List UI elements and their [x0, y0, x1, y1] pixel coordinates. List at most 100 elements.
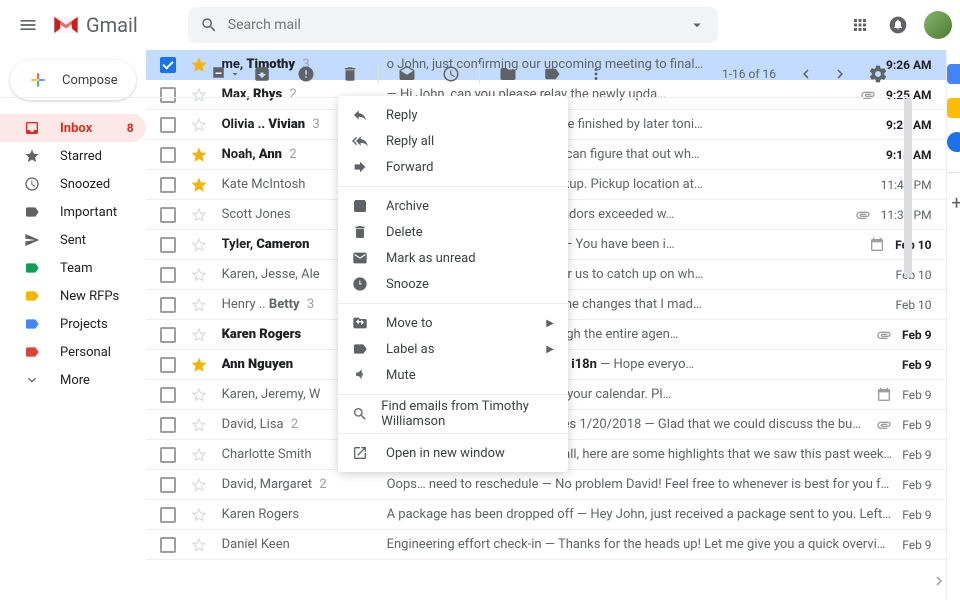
row-sender: David, Margaret 2 — [222, 477, 387, 492]
row-checkbox[interactable] — [160, 297, 176, 313]
context-item-labelas[interactable]: Label as▶ — [338, 336, 568, 362]
context-item-reply-all[interactable]: Reply all — [338, 128, 568, 154]
row-checkbox[interactable] — [160, 477, 176, 493]
star-icon[interactable] — [190, 536, 208, 554]
scrollbar-thumb[interactable] — [904, 98, 912, 278]
email-row[interactable]: Daniel KeenEngineering effort check-in —… — [146, 530, 946, 560]
star-icon[interactable] — [190, 176, 208, 194]
sidebar: Compose Inbox8StarredSnoozedImportantSen… — [0, 50, 146, 600]
context-item-mark-unread[interactable]: Mark as unread — [338, 245, 568, 271]
email-row[interactable]: David, Margaret 2Oops… need to reschedul… — [146, 470, 946, 500]
search-input[interactable] — [228, 17, 678, 33]
settings-button[interactable] — [862, 58, 894, 90]
label-blue-icon — [24, 316, 44, 332]
moveto-button[interactable] — [492, 58, 524, 90]
search-bar[interactable] — [188, 7, 718, 43]
star-icon[interactable] — [190, 446, 208, 464]
star-icon[interactable] — [190, 116, 208, 134]
row-checkbox[interactable] — [160, 207, 176, 223]
sidebar-item-sent[interactable]: Sent — [0, 226, 146, 254]
row-checkbox[interactable] — [160, 177, 176, 193]
row-content: Oops… need to reschedule — No problem Da… — [387, 477, 893, 492]
sidebar-item-inbox[interactable]: Inbox8 — [0, 114, 146, 142]
star-icon[interactable] — [190, 326, 208, 344]
delete-button[interactable] — [334, 58, 366, 90]
context-item-snooze[interactable]: Snooze — [338, 271, 568, 297]
calendar-icon — [876, 387, 892, 403]
sidebar-item-more[interactable]: More — [0, 366, 146, 394]
star-icon[interactable] — [190, 236, 208, 254]
star-icon[interactable] — [190, 266, 208, 284]
star-icon[interactable] — [190, 146, 208, 164]
profile-avatar[interactable] — [924, 11, 952, 39]
context-item-delete[interactable]: Delete — [338, 219, 568, 245]
snooze-button[interactable] — [435, 58, 467, 90]
sidebar-item-new-rfps[interactable]: New RFPs — [0, 282, 146, 310]
star-icon[interactable] — [190, 386, 208, 404]
context-item-moveto[interactable]: Move to▶ — [338, 310, 568, 336]
separator — [479, 64, 480, 84]
row-checkbox[interactable] — [160, 117, 176, 133]
context-separator — [338, 303, 568, 304]
select-all-button[interactable] — [210, 58, 242, 90]
sidepanel-chevron[interactable] — [930, 572, 948, 594]
sidebar-item-team[interactable]: Team — [0, 254, 146, 282]
row-sender: Karen Rogers — [222, 507, 387, 522]
context-item-search[interactable]: Find emails from Timothy Williamson — [338, 401, 568, 427]
row-checkbox[interactable] — [160, 357, 176, 373]
star-icon[interactable] — [190, 416, 208, 434]
row-checkbox[interactable] — [160, 327, 176, 343]
star-icon[interactable] — [190, 296, 208, 314]
sidebar-item-label: Starred — [60, 149, 102, 164]
attachment-icon — [876, 417, 892, 433]
context-item-archive[interactable]: Archive — [338, 193, 568, 219]
menu-button[interactable] — [8, 5, 48, 45]
sidebar-item-label: Projects — [60, 317, 108, 332]
sidebar-item-starred[interactable]: Starred — [0, 142, 146, 170]
sidebar-item-personal[interactable]: Personal — [0, 338, 146, 366]
prev-page-button[interactable] — [790, 58, 822, 90]
spam-button[interactable] — [290, 58, 322, 90]
context-item-label: Mute — [386, 368, 416, 383]
apps-button[interactable] — [844, 9, 876, 41]
notifications-button[interactable] — [882, 9, 914, 41]
sidebar-item-projects[interactable]: Projects — [0, 310, 146, 338]
context-item-reply[interactable]: Reply — [338, 102, 568, 128]
sidebar-item-snoozed[interactable]: Snoozed — [0, 170, 146, 198]
next-page-button[interactable] — [824, 58, 856, 90]
row-checkbox[interactable] — [160, 237, 176, 253]
archive-button[interactable] — [246, 58, 278, 90]
more-button[interactable] — [580, 58, 612, 90]
moveto-icon — [352, 315, 376, 331]
calendar-app-icon[interactable] — [947, 64, 960, 84]
search-dropdown-icon[interactable] — [688, 16, 706, 34]
label-orange-icon — [24, 288, 44, 304]
gmail-logo[interactable]: Gmail — [52, 13, 138, 37]
send-icon — [24, 232, 44, 248]
logo-text: Gmail — [86, 13, 138, 37]
row-checkbox[interactable] — [160, 387, 176, 403]
row-checkbox[interactable] — [160, 537, 176, 553]
context-item-open[interactable]: Open in new window — [338, 440, 568, 466]
scrollbar[interactable] — [902, 50, 914, 600]
sidebar-item-important[interactable]: Important — [0, 198, 146, 226]
row-checkbox[interactable] — [160, 417, 176, 433]
star-icon — [24, 148, 44, 164]
labels-button[interactable] — [536, 58, 568, 90]
row-checkbox[interactable] — [160, 447, 176, 463]
tasks-app-icon[interactable] — [947, 132, 960, 152]
context-item-mute[interactable]: Mute — [338, 362, 568, 388]
star-icon[interactable] — [190, 356, 208, 374]
context-item-forward[interactable]: Forward — [338, 154, 568, 180]
star-icon[interactable] — [190, 206, 208, 224]
keep-app-icon[interactable] — [947, 98, 960, 118]
email-row[interactable]: Karen RogersA package has been dropped o… — [146, 500, 946, 530]
star-icon[interactable] — [190, 506, 208, 524]
add-app-button[interactable]: + — [951, 193, 960, 214]
mark-read-button[interactable] — [391, 58, 423, 90]
row-checkbox[interactable] — [160, 267, 176, 283]
row-checkbox[interactable] — [160, 507, 176, 523]
star-icon[interactable] — [190, 476, 208, 494]
reply-icon — [352, 107, 376, 123]
row-checkbox[interactable] — [160, 147, 176, 163]
